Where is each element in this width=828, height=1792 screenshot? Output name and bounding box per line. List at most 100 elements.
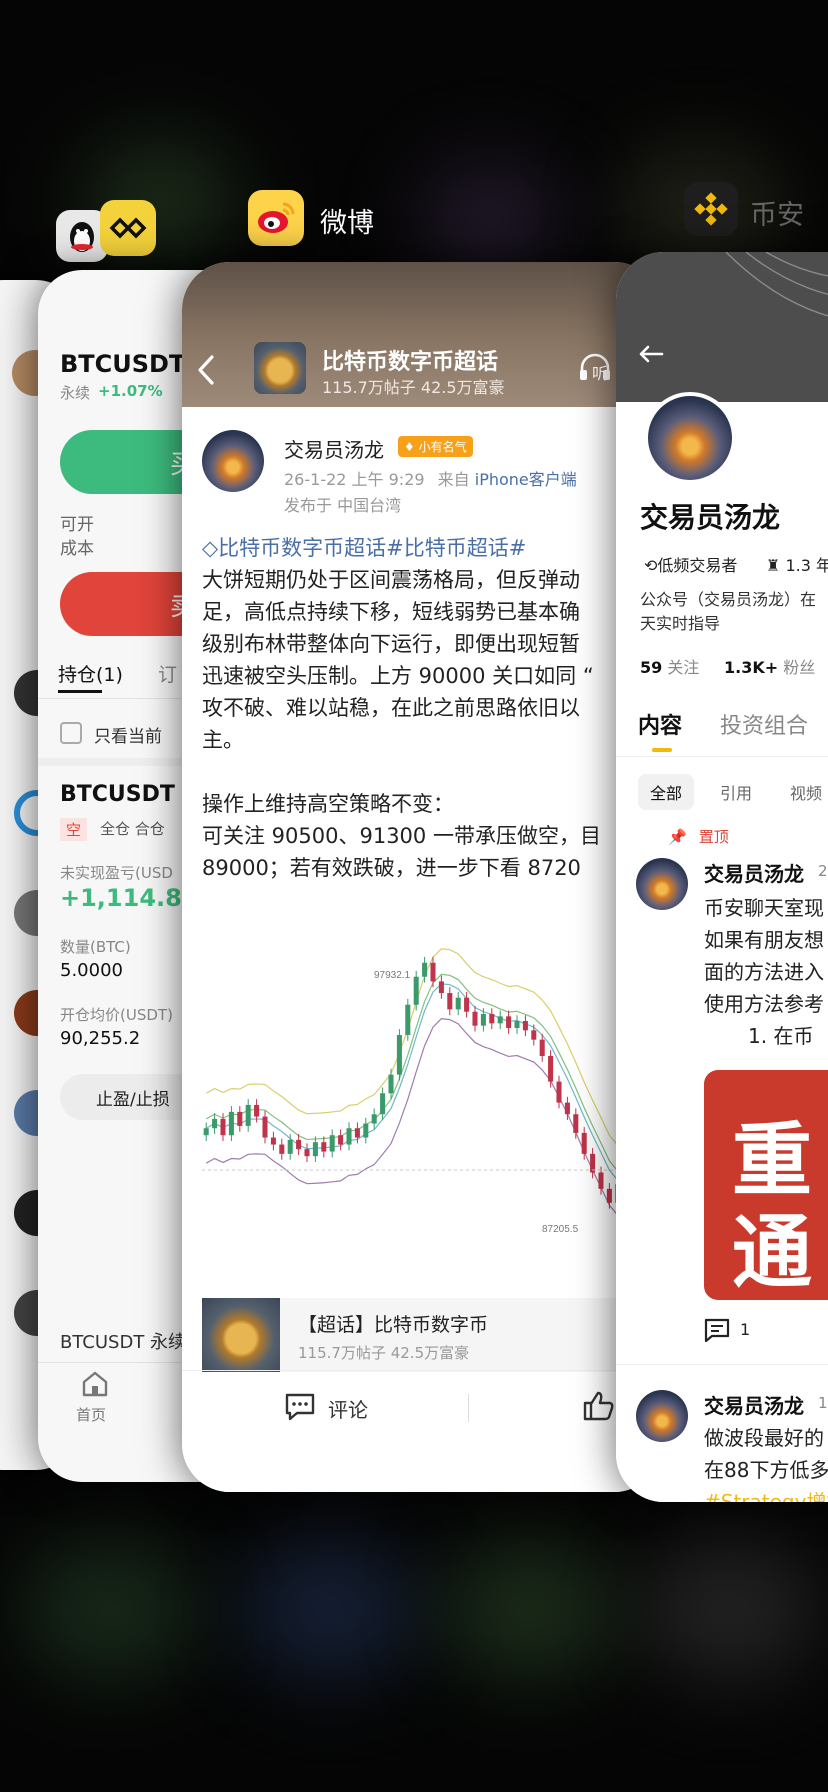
post-meta: 26-1-22 上午 9:29 来自 iPhone客户端 <box>284 466 577 490</box>
only-current-label: 只看当前 <box>94 727 162 747</box>
divider <box>468 1394 469 1422</box>
post-chart-image[interactable]: 97932.1 87205.5 <box>202 922 622 1242</box>
tag-frequency-label: 低频交易者 <box>657 556 738 575</box>
candle-body <box>396 1034 402 1075</box>
topic-link-card[interactable]: 【超话】比特币数字币 115.7万帖子 42.5万富豪 <box>202 1298 642 1372</box>
filter-video-chip[interactable]: 视频 <box>790 780 822 804</box>
price-change: +1.07% <box>98 382 163 400</box>
post-line: 攻不破、难以站稳，在此之前思路依旧以 <box>202 696 580 720</box>
post-time: 26-1-22 上午 9:29 <box>284 470 425 489</box>
like-thumb-icon[interactable] <box>582 1390 616 1422</box>
binance-app-icon[interactable] <box>684 182 738 236</box>
binance-app-card[interactable]: 交易员汤龙 ⟲低频交易者 ♜ 1.3 年 公众号（交易员汤龙）在 天实时指导 5… <box>616 252 828 1502</box>
cost-label: 成本 <box>60 539 94 559</box>
tab-positions[interactable]: 持仓(1) <box>58 660 123 687</box>
followers-num: 1.3K+ <box>724 658 779 677</box>
topic-card-cover <box>202 1298 280 1372</box>
post-author-name[interactable]: 交易员汤龙 <box>704 858 804 887</box>
author-name[interactable]: 交易员汤龙 <box>284 434 384 463</box>
moving-average-line <box>205 973 619 1172</box>
followers-count[interactable]: 1.3K+ 粉丝 <box>724 654 815 678</box>
background-glow <box>240 1540 420 1680</box>
post-author-avatar[interactable] <box>636 858 688 910</box>
back-arrow-icon[interactable] <box>638 344 664 364</box>
exchange-app-icon[interactable] <box>100 200 156 256</box>
post-date: 1 <box>818 1394 828 1412</box>
perpetual-label: 永续 <box>60 384 91 402</box>
tab-portfolio[interactable]: 投资组合 <box>720 708 808 740</box>
post-author-avatar[interactable] <box>636 1390 688 1442</box>
candle-body <box>279 1144 285 1154</box>
tag-years-label: 1.3 年 <box>785 556 828 575</box>
open-label: 可开 <box>60 515 94 535</box>
position-side-badge: 空 <box>60 818 88 841</box>
tab-content[interactable]: 内容 <box>638 708 682 740</box>
filter-quote-chip[interactable]: 引用 <box>720 780 752 804</box>
tag-years: ♜ 1.3 年 <box>766 552 828 576</box>
background-glow <box>20 1540 200 1680</box>
profile-avatar[interactable] <box>644 392 736 484</box>
candle-body <box>237 1111 243 1126</box>
topic-stats: 115.7万帖子 42.5万富豪 <box>322 378 505 397</box>
comment-icon[interactable] <box>704 1318 730 1342</box>
announcement-banner[interactable]: 重 通 <box>704 1070 828 1300</box>
post-text: 做波段最好的 在88下方低多 #Strategy增持 <box>704 1422 828 1502</box>
post-line: 如果有朋友想 <box>704 928 824 952</box>
candle-body <box>329 1135 335 1152</box>
tab-underline <box>652 748 672 752</box>
unrealized-pnl-label: 未实现盈亏(USD <box>60 864 173 882</box>
trophy-icon: ♜ <box>766 556 781 575</box>
back-arrow-icon[interactable] <box>196 354 216 386</box>
topic-card-title: 【超话】比特币数字币 <box>298 1314 489 1336</box>
pinned-label: 📌 置顶 <box>668 826 729 847</box>
post-author-name[interactable]: 交易员汤龙 <box>704 1390 804 1419</box>
only-current-checkbox[interactable] <box>60 722 82 744</box>
post-line: 足，高低点持续下移，短线弱势已基本确 <box>202 600 580 624</box>
position-margin: 全仓 合仓 <box>100 820 165 838</box>
divider <box>616 756 828 757</box>
hashtag-link[interactable]: ◇比特币数字币超话#比特币超话# <box>202 532 526 562</box>
candle-body <box>489 1014 495 1024</box>
candlestick-chart: 97932.1 87205.5 <box>202 948 622 1235</box>
unrealized-pnl-value: +1,114.86 <box>60 884 199 912</box>
candle-body <box>254 1104 260 1117</box>
post-hashtag[interactable]: #Strategy增持 <box>704 1486 828 1502</box>
post-line: 级别布林带整体向下运行，即便出现短暂 <box>202 632 580 656</box>
post-client-link[interactable]: iPhone客户端 <box>475 470 577 489</box>
weibo-app-card[interactable]: 比特币数字币超话 115.7万帖子 42.5万富豪 听 交易员汤龙 ♦ 小有名气… <box>182 262 662 1492</box>
filter-all-chip[interactable]: 全部 <box>638 774 695 810</box>
candle-body <box>506 1016 512 1029</box>
weibo-app-label: 微博 <box>320 208 374 239</box>
author-badge: ♦ 小有名气 <box>398 436 473 457</box>
avg-price-label: 开仓均价(USDT) <box>60 1006 173 1024</box>
post-from: 来自 <box>437 470 470 489</box>
candle-body <box>338 1135 344 1145</box>
post-text: 币安聊天室现 如果有朋友想 面的方法进入 使用方法参考 1. 在币 <box>704 892 824 1052</box>
topic-cover <box>254 342 306 394</box>
comment-icon[interactable] <box>284 1392 316 1422</box>
following-num: 59 <box>640 658 663 677</box>
diamond-icon: ◇ <box>202 536 219 560</box>
header-curves <box>725 252 828 317</box>
post-date: 2 <box>818 862 828 880</box>
chart-low-label: 87205.5 <box>542 1224 579 1235</box>
avg-price-value: 90,255.2 <box>60 1028 141 1049</box>
following-count[interactable]: 59 关注 <box>640 654 699 678</box>
author-avatar[interactable] <box>202 430 264 492</box>
bollinger-mid-line <box>205 983 619 1181</box>
candle-body <box>354 1128 360 1138</box>
post-line: 1. 在币 <box>748 1024 814 1048</box>
candle-body <box>346 1128 352 1145</box>
candle-body <box>363 1123 369 1138</box>
candle-body <box>304 1149 310 1157</box>
topic-title: 比特币数字币超话 <box>322 350 499 375</box>
tab-orders[interactable]: 订 <box>158 660 177 687</box>
candle-body <box>212 1118 218 1129</box>
weibo-app-icon[interactable] <box>248 190 304 246</box>
post-line: 迅速被空头压制。上方 90000 关口如同 “ <box>202 664 594 688</box>
post-line: 89000；若有效跌破，进一步下看 8720 <box>202 856 581 880</box>
listen-label[interactable]: 听 <box>592 360 608 384</box>
pinned-text: 置顶 <box>698 828 729 846</box>
comment-label[interactable]: 评论 <box>328 1394 368 1423</box>
home-icon[interactable] <box>80 1370 110 1398</box>
